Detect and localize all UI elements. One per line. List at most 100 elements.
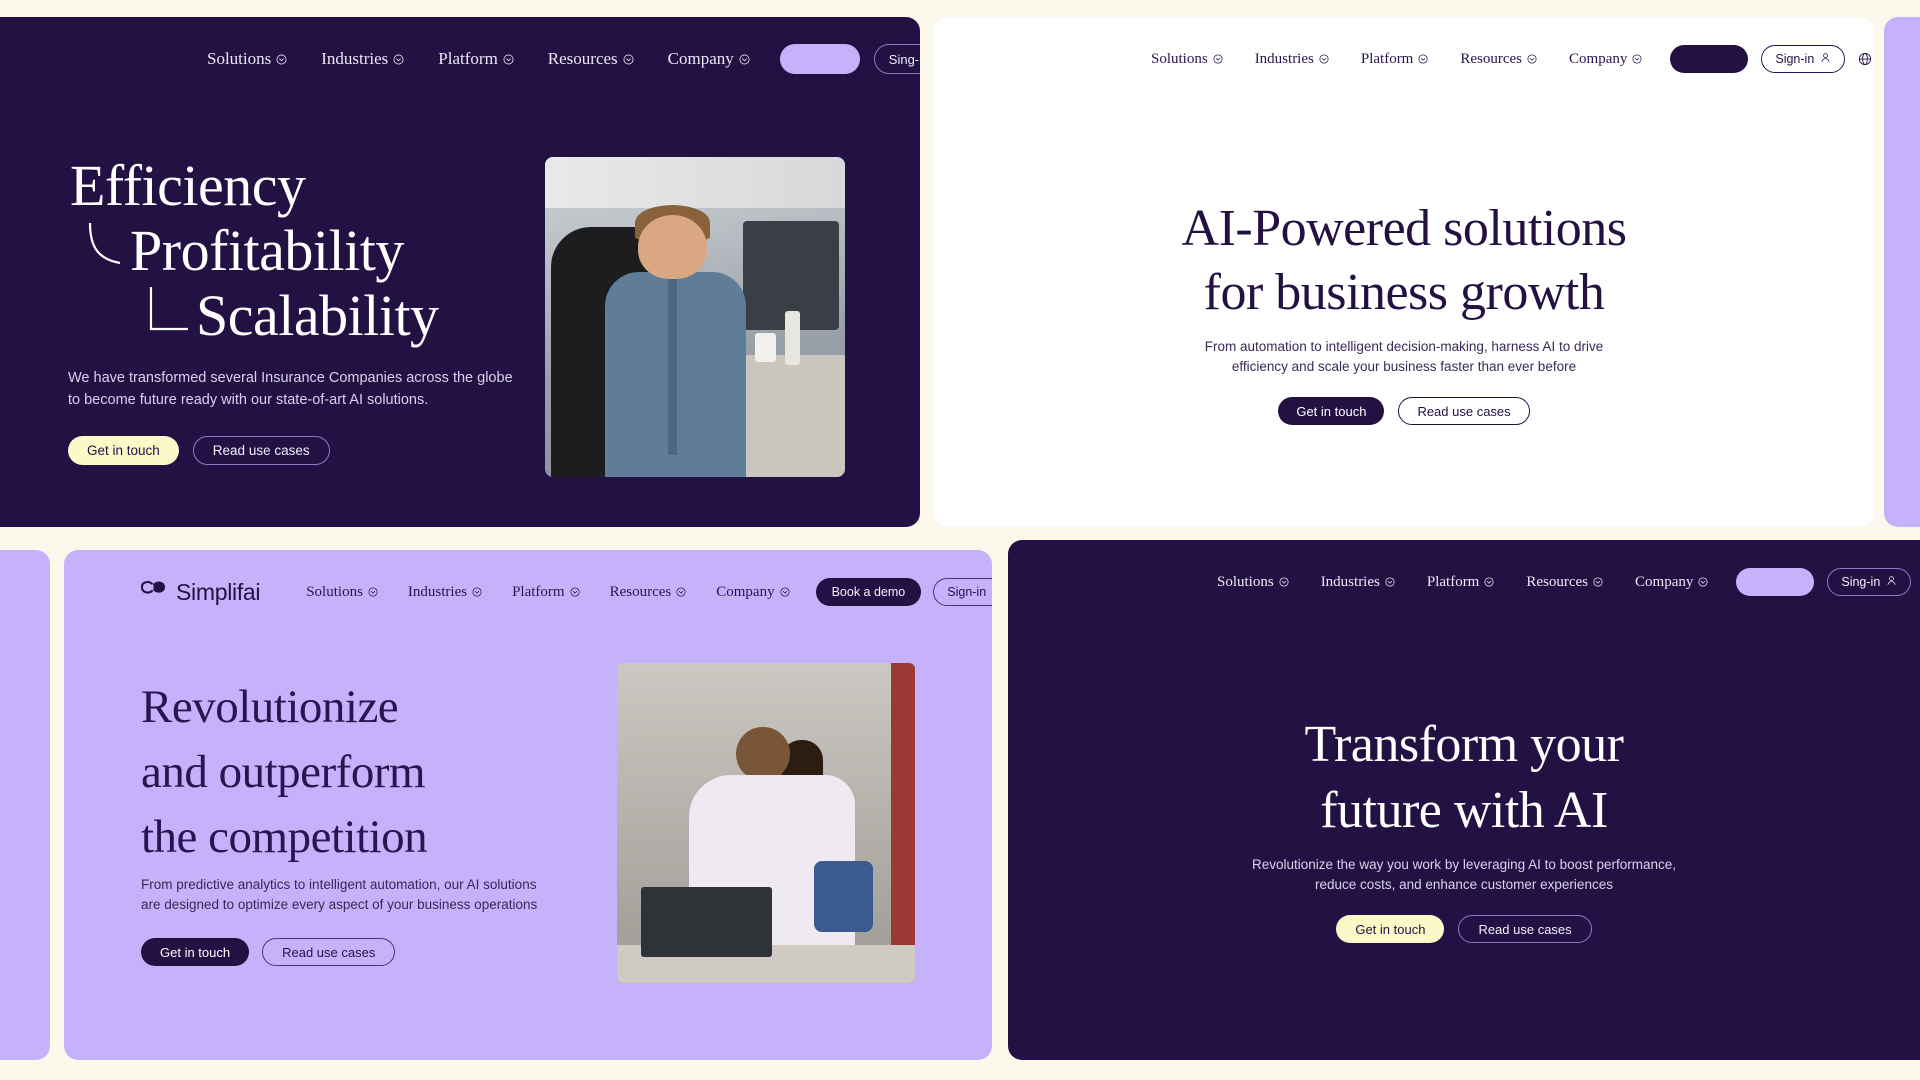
chevron-down-icon bbox=[1279, 577, 1289, 587]
chevron-down-icon bbox=[739, 54, 750, 65]
logo-text: Simplifai bbox=[176, 578, 261, 605]
nav-label: Platform bbox=[438, 49, 498, 68]
nav-item-platform[interactable]: Platform bbox=[1361, 51, 1429, 68]
globe-icon[interactable] bbox=[1858, 52, 1872, 66]
book-demo-button[interactable] bbox=[1736, 568, 1815, 596]
nav-item-resources[interactable]: Resources bbox=[1526, 574, 1603, 591]
signin-label: Sign-in bbox=[947, 585, 987, 599]
chevron-down-icon bbox=[1527, 54, 1537, 64]
nav-label: Resources bbox=[1526, 573, 1589, 590]
nav-label: Solutions bbox=[1151, 50, 1208, 67]
heading-line-3: Scalability bbox=[196, 283, 439, 348]
get-in-touch-button[interactable]: Get in touch bbox=[1278, 397, 1385, 425]
heading-line-3: the competition bbox=[141, 811, 428, 863]
logo[interactable]: Simplifai bbox=[140, 578, 261, 606]
get-in-touch-button[interactable]: Get in touch bbox=[68, 436, 179, 465]
get-in-touch-button[interactable]: Get in touch bbox=[141, 938, 250, 966]
nav-label: Company bbox=[1569, 50, 1628, 67]
nav-item-solutions[interactable]: Solutions bbox=[207, 49, 287, 69]
nav-item-industries[interactable]: Industries bbox=[1255, 51, 1329, 68]
nav-label: Solutions bbox=[306, 583, 363, 600]
nav-actions-card1: Sing-in bbox=[779, 44, 920, 74]
get-in-touch-button[interactable]: Get in touch bbox=[1336, 915, 1445, 943]
chevron-down-icon bbox=[1319, 54, 1329, 64]
signin-label: Sing-in bbox=[888, 51, 920, 67]
chevron-down-icon bbox=[676, 587, 686, 597]
heading-line-2: for business growth bbox=[1203, 264, 1605, 321]
nav-item-platform[interactable]: Platform bbox=[1427, 574, 1495, 591]
hero-card-partial-right bbox=[1884, 17, 1920, 527]
paragraph-line-2: are designed to optimize every aspect of… bbox=[141, 897, 538, 912]
heading-line-1: Efficiency bbox=[70, 153, 306, 218]
woman-with-laptop-photo bbox=[617, 663, 915, 983]
nav-label: Industries bbox=[1254, 50, 1314, 67]
nav-label: Platform bbox=[1426, 573, 1480, 590]
signin-label: Sing-in bbox=[1841, 575, 1881, 589]
chevron-down-icon bbox=[1385, 577, 1395, 587]
nav-label: Platform bbox=[1360, 50, 1414, 67]
read-use-cases-button[interactable]: Read use cases bbox=[262, 938, 396, 966]
nav-item-resources[interactable]: Resources bbox=[548, 49, 634, 69]
nav-item-resources[interactable]: Resources bbox=[610, 584, 687, 601]
nav-item-platform[interactable]: Platform bbox=[438, 49, 514, 69]
nav-links-card2: Solutions Industries Platform Resources … bbox=[1151, 51, 1642, 68]
nav-item-solutions[interactable]: Solutions bbox=[306, 584, 378, 601]
book-demo-button[interactable] bbox=[779, 44, 860, 74]
chevron-down-icon bbox=[276, 54, 287, 65]
nav-item-company[interactable]: Company bbox=[716, 584, 790, 601]
signin-button[interactable]: Sign-in bbox=[933, 578, 992, 606]
nav-label: Industries bbox=[407, 583, 468, 600]
book-demo-button[interactable]: Book a demo bbox=[815, 578, 922, 606]
branch-connector-curve-icon bbox=[88, 222, 121, 265]
paragraph-line-2: efficiency and scale your business faste… bbox=[1231, 359, 1577, 374]
hero-paragraph-card1: We have transformed several Insurance Co… bbox=[68, 367, 513, 411]
nav-item-solutions[interactable]: Solutions bbox=[1217, 574, 1289, 591]
read-use-cases-button[interactable]: Read use cases bbox=[1398, 397, 1530, 425]
chevron-down-icon bbox=[623, 54, 634, 65]
nav-label: Solutions bbox=[1217, 573, 1274, 590]
signin-button[interactable]: Sing-in bbox=[873, 44, 920, 74]
nav-links-card3: Solutions Industries Platform Resources … bbox=[306, 584, 790, 601]
read-use-cases-button[interactable]: Read use cases bbox=[192, 436, 330, 465]
nav-item-industries[interactable]: Industries bbox=[1321, 574, 1395, 591]
signin-button[interactable]: Sign-in bbox=[1761, 45, 1846, 73]
nav-item-platform[interactable]: Platform bbox=[512, 584, 580, 601]
paragraph-line-1: From predictive analytics to intelligent… bbox=[141, 877, 537, 892]
hero-paragraph-card2: From automation to intelligent decision-… bbox=[934, 337, 1874, 377]
nav-item-company[interactable]: Company bbox=[1569, 51, 1642, 68]
hero-buttons-card2: Get in touch Read use cases bbox=[934, 397, 1874, 425]
hero-buttons-card1: Get in touch Read use cases bbox=[68, 436, 330, 465]
chevron-down-icon bbox=[503, 54, 514, 65]
navbar-card2: Solutions Industries Platform Resources … bbox=[934, 33, 1874, 85]
nav-item-industries[interactable]: Industries bbox=[408, 584, 482, 601]
nav-item-company[interactable]: Company bbox=[668, 49, 750, 69]
chevron-down-icon bbox=[780, 587, 790, 597]
nav-actions-card4: Sing-in bbox=[1736, 568, 1920, 596]
nav-links-card1: Solutions Industries Platform Resources … bbox=[207, 49, 750, 69]
nav-label: Company bbox=[1635, 573, 1694, 590]
hero-heading-card4: Transform your future with AI bbox=[1008, 712, 1920, 844]
chevron-down-icon bbox=[1593, 577, 1603, 587]
hero-image-card1 bbox=[545, 157, 845, 477]
heading-line-1: Transform your bbox=[1304, 716, 1624, 773]
paragraph-line-1: From automation to intelligent decision-… bbox=[1204, 339, 1604, 354]
nav-item-solutions[interactable]: Solutions bbox=[1151, 51, 1223, 68]
user-icon bbox=[1886, 575, 1897, 589]
read-use-cases-button[interactable]: Read use cases bbox=[1458, 915, 1592, 943]
nav-item-company[interactable]: Company bbox=[1635, 574, 1708, 591]
signin-button[interactable]: Sing-in bbox=[1827, 568, 1912, 596]
branch-connector-elbow-icon bbox=[149, 287, 188, 331]
hero-buttons-card4: Get in touch Read use cases bbox=[1008, 915, 1920, 943]
heading-line-1: AI-Powered solutions bbox=[1181, 200, 1627, 257]
book-demo-button[interactable] bbox=[1670, 45, 1749, 73]
nav-actions-card3: Book a demo Sign-in bbox=[815, 578, 992, 606]
paragraph-line-2: reduce costs, and enhance customer exper… bbox=[1315, 877, 1613, 892]
nav-item-industries[interactable]: Industries bbox=[321, 49, 404, 69]
nav-label: Resources bbox=[609, 583, 672, 600]
nav-item-resources[interactable]: Resources bbox=[1460, 51, 1537, 68]
chevron-down-icon bbox=[570, 587, 580, 597]
heading-line-2: Profitability bbox=[130, 218, 404, 283]
nav-label: Resources bbox=[1460, 50, 1523, 67]
nav-actions-card2: Sign-in bbox=[1670, 45, 1874, 73]
hero-heading-card2: AI-Powered solutions for business growth bbox=[934, 197, 1874, 325]
